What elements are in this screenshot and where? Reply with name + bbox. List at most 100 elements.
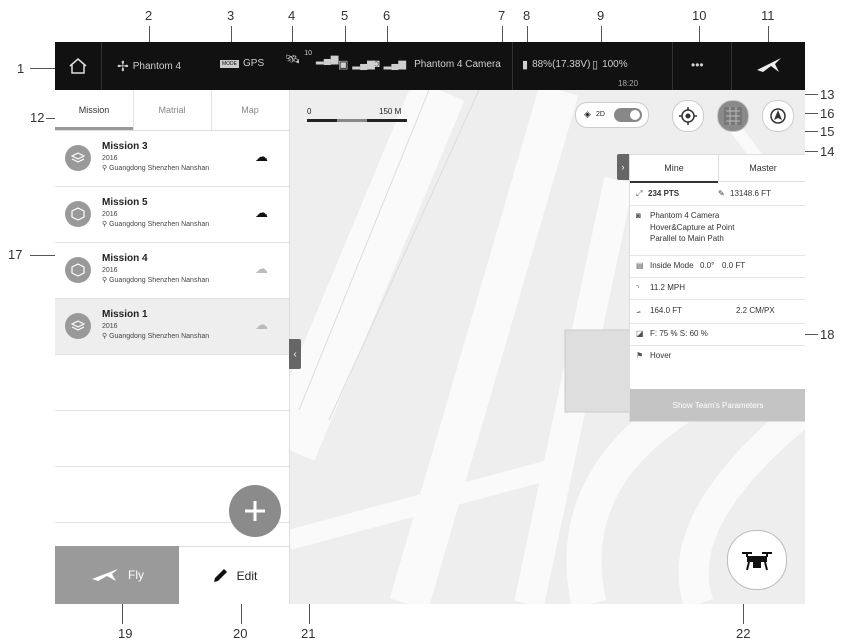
callout-8: 8: [523, 8, 531, 23]
callout-1: 1: [17, 61, 25, 76]
callout-11: 11: [761, 8, 775, 23]
callout-7: 7: [498, 8, 506, 23]
mission-name: Mission 1: [102, 309, 148, 320]
toggle-label: 2D: [596, 111, 605, 118]
mission-type-icon: [65, 313, 91, 339]
location-pin-icon: ⚲: [102, 277, 108, 284]
tab-map[interactable]: Map: [211, 90, 289, 130]
flight-mode-label: GPS: [243, 58, 265, 69]
location-pin-icon: ⚲: [102, 333, 108, 340]
signal-bars-icon: ▂▄▆: [383, 58, 407, 70]
cloud-synced-icon[interactable]: ☁: [255, 317, 268, 333]
map-2d-toggle[interactable]: ◈ 2D: [575, 102, 649, 128]
flight-mode[interactable]: MODE GPS: [220, 58, 264, 69]
video-signal[interactable]: ◙ ▂▄▆ Phantom 4 Camera: [373, 58, 501, 70]
callout-13: 13: [820, 87, 835, 102]
leader-line: [30, 68, 55, 69]
more-button[interactable]: •••: [691, 58, 704, 72]
param-row-overlap[interactable]: ◪ F: 75 % S: 60 %: [630, 323, 805, 346]
mission-location-text: Guangdong Shenzhen Nanshan: [109, 333, 210, 340]
airplane-icon: [92, 569, 118, 581]
cloud-upload-icon[interactable]: ☁: [255, 205, 268, 221]
add-mission-button[interactable]: [229, 485, 281, 537]
location-pin-icon: ⚲: [102, 165, 108, 172]
gps-signal[interactable]: 🛰︎ 10 ▂▄▆: [285, 49, 339, 67]
tab-mine[interactable]: Mine: [630, 155, 718, 183]
cloud-synced-icon[interactable]: ☁: [255, 261, 268, 277]
mission-list-item[interactable]: Mission 3 2016 ⚲ Guangdong Shenzhen Nans…: [55, 131, 289, 187]
callout-9: 9: [597, 8, 605, 23]
app-screen: ✢ Phantom 4 MODE GPS 🛰︎ 10 ▂▄▆ ▣ ▂▄▆ ◙ ▂…: [55, 42, 805, 604]
mission-year: 2016: [102, 323, 118, 330]
tab-master[interactable]: Master: [718, 155, 805, 182]
edit-label: Edit: [236, 569, 258, 583]
callout-22: 22: [736, 626, 751, 641]
param-row-camera[interactable]: ◙ Phantom 4 Camera Hover&Capture at Poin…: [630, 205, 805, 256]
panel-tabs: Mission Matrial Map: [55, 90, 289, 131]
aircraft-button[interactable]: [727, 530, 787, 590]
flight-mode-button[interactable]: [755, 54, 783, 76]
mission-list-item[interactable]: Mission 1 2016 ⚲ Guangdong Shenzhen Nans…: [55, 299, 289, 355]
param-row-altitude[interactable]: ⦟ 164.0 FT 2.2 CM/PX: [630, 299, 805, 324]
param-row-mode[interactable]: ▤ Inside Mode 0.0° 0.0 FT: [630, 255, 805, 278]
top-status-bar: ✢ Phantom 4 MODE GPS 🛰︎ 10 ▂▄▆ ▣ ▂▄▆ ◙ ▂…: [55, 42, 805, 90]
chevron-left-icon: ‹: [293, 348, 297, 360]
signal-bars-icon: ▂▄▆: [352, 59, 375, 70]
locate-button[interactable]: [672, 100, 704, 132]
map-layer-button[interactable]: [717, 100, 749, 132]
airplane-icon: [757, 58, 781, 72]
satellite-count: 10: [304, 49, 313, 57]
mission-year: 2016: [102, 155, 118, 162]
callout-10: 10: [692, 8, 707, 23]
divider: [512, 42, 513, 90]
collapse-panel-button[interactable]: ‹: [289, 339, 301, 369]
points-count: 234 PTS: [648, 189, 680, 198]
altitude-icon: ⦟: [636, 306, 641, 315]
param-row-speed[interactable]: ◝ 11.2 MPH: [630, 277, 805, 300]
scale-start: 0: [307, 107, 312, 116]
camera-icon: ◙: [373, 58, 380, 70]
capture-action: Hover&Capture at Point: [650, 223, 735, 232]
aircraft-battery[interactable]: ▮ 88%(17.38V): [522, 58, 590, 71]
expand-params-button[interactable]: ›: [617, 154, 629, 180]
fly-button[interactable]: Fly: [55, 546, 179, 604]
aircraft-locate-button[interactable]: [762, 100, 794, 132]
device-battery-icon: ▯: [592, 59, 599, 71]
finish-action: Hover: [650, 351, 672, 360]
edit-button[interactable]: Edit: [179, 546, 289, 604]
callout-5: 5: [341, 8, 349, 23]
drone-icon: [742, 552, 772, 571]
satellite-map-icon: [724, 107, 742, 125]
mission-location-text: Guangdong Shenzhen Nanshan: [109, 277, 210, 284]
mission-list-item[interactable]: Mission 4 2016 ⚲ Guangdong Shenzhen Nans…: [55, 243, 289, 299]
aircraft-icon: ✢: [117, 58, 129, 74]
cloud-upload-icon[interactable]: ☁: [255, 149, 268, 165]
callout-6: 6: [383, 8, 391, 23]
device-battery-level: 100%: [602, 59, 628, 70]
tab-mission[interactable]: Mission: [55, 90, 134, 130]
clock: 18:20: [618, 79, 639, 88]
mission-location-text: Guangdong Shenzhen Nanshan: [109, 165, 210, 172]
empty-list-row: [55, 355, 289, 411]
aircraft-status[interactable]: ✢ Phantom 4: [117, 58, 181, 75]
show-team-parameters-button[interactable]: Show Team's Parameters: [630, 389, 805, 421]
overlap-rates: F: 75 % S: 60 %: [650, 329, 708, 338]
home-icon: [69, 58, 87, 74]
rc-signal[interactable]: ▣ ▂▄▆: [338, 58, 375, 71]
mission-location: ⚲ Guangdong Shenzhen Nanshan: [102, 332, 209, 340]
mission-panel: Mission Matrial Map Mission 3 2016 ⚲ Gua…: [55, 90, 290, 604]
tab-material[interactable]: Matrial: [133, 90, 212, 130]
home-button[interactable]: [55, 42, 102, 90]
device-battery[interactable]: ▯ 100%: [592, 58, 628, 71]
param-row-points: ⤢ 234 PTS ✎ 13148.6 FT: [630, 183, 805, 206]
callout-15: 15: [820, 124, 835, 139]
param-row-finish[interactable]: ⚑ Hover: [630, 345, 805, 367]
route-mode: Inside Mode: [650, 261, 694, 270]
divider: [731, 42, 732, 90]
mission-location: ⚲ Guangdong Shenzhen Nanshan: [102, 220, 209, 228]
tab-indicator: [55, 127, 133, 130]
battery-icon: ▮: [522, 59, 529, 71]
mission-year: 2016: [102, 211, 118, 218]
crosshair-icon: [679, 107, 697, 125]
mission-list-item[interactable]: Mission 5 2016 ⚲ Guangdong Shenzhen Nans…: [55, 187, 289, 243]
